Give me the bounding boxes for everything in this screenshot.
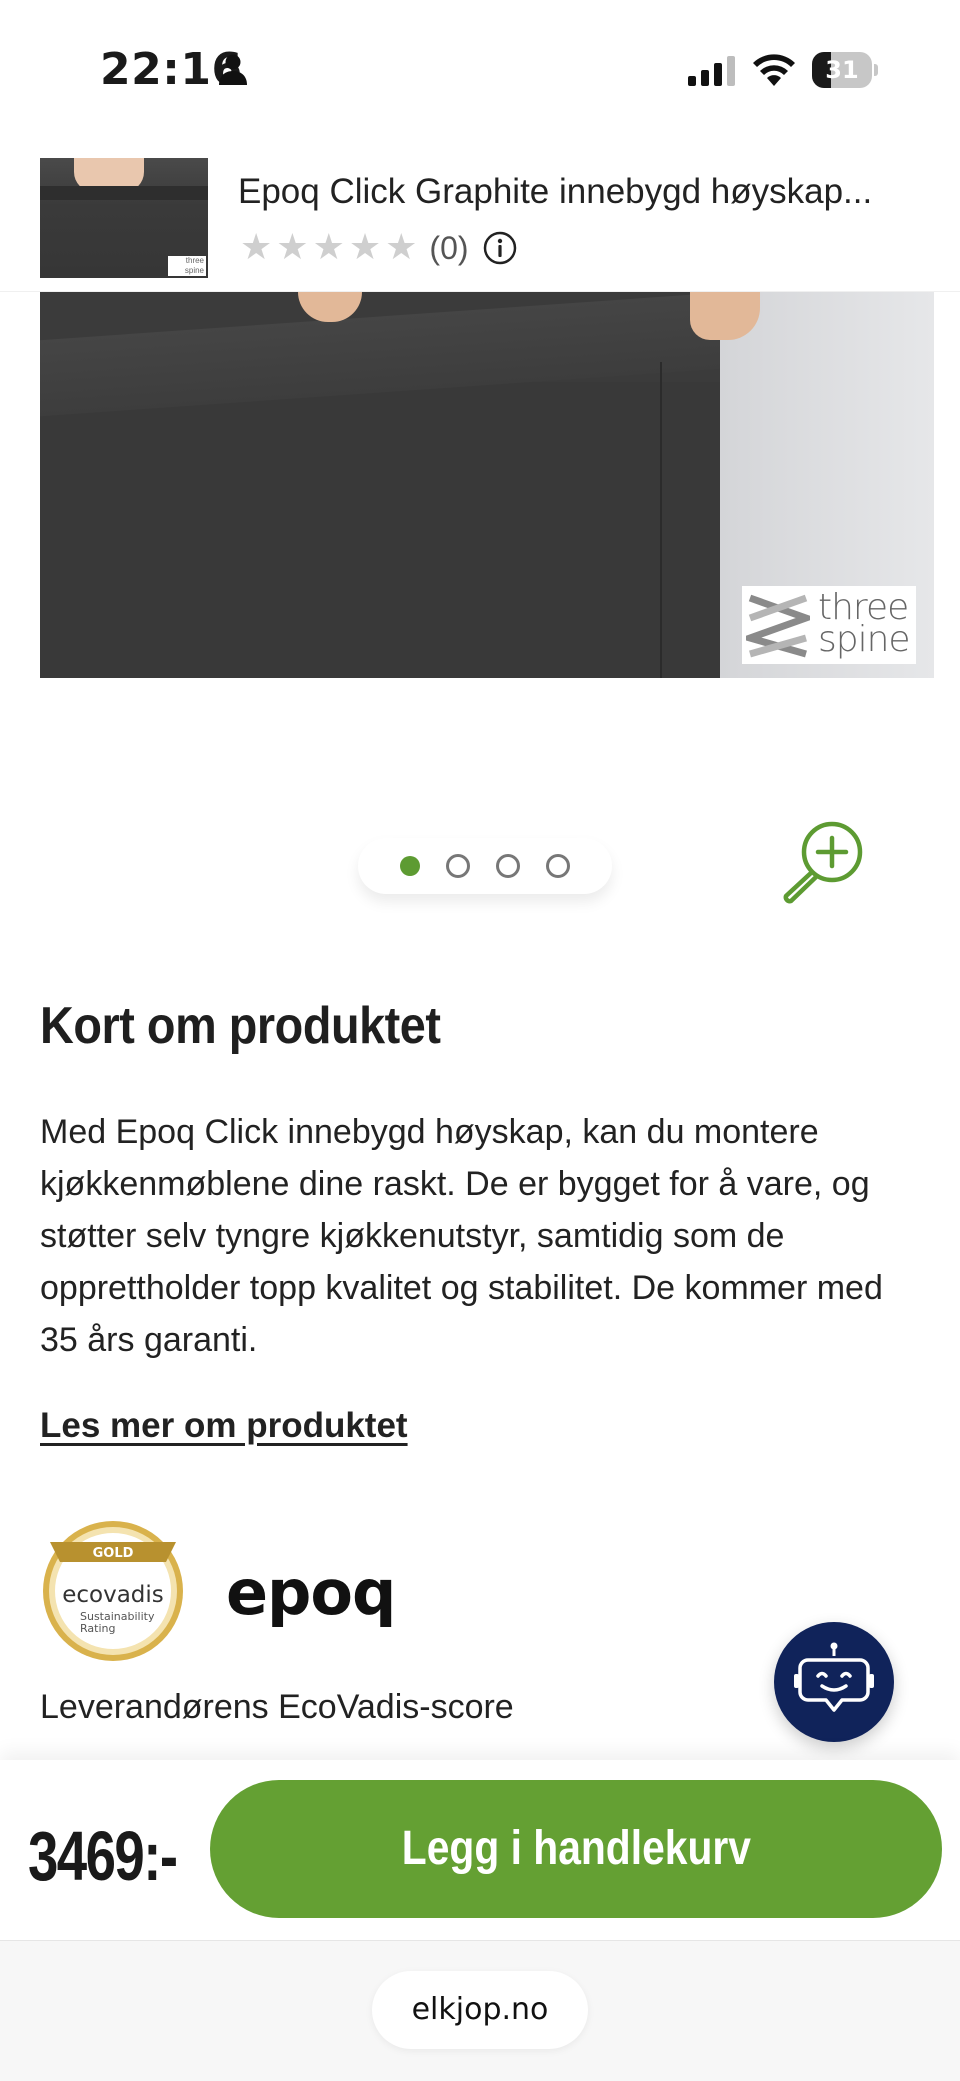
- battery-icon: 31: [812, 52, 878, 88]
- carousel-dots[interactable]: [358, 838, 612, 894]
- rating-star-icon: ★: [240, 227, 273, 268]
- product-image[interactable]: three spine: [40, 292, 934, 678]
- carousel-dot[interactable]: [446, 854, 470, 878]
- chat-assistant-button[interactable]: [774, 1622, 894, 1742]
- rating-count: (0): [429, 229, 469, 266]
- carousel-dot[interactable]: [496, 854, 520, 878]
- browser-bottom-bar: elkjop.no: [0, 1940, 960, 2081]
- rating-stars: ★ ★ ★ ★ ★: [240, 228, 421, 268]
- ecovadis-caption: Leverandørens EcoVadis-score: [40, 1688, 514, 1726]
- battery-level: 31: [825, 56, 859, 84]
- product-title: Epoq Click Graphite innebygd høyskap...: [238, 172, 873, 211]
- add-to-cart-button[interactable]: Legg i handlekurv: [210, 1780, 942, 1918]
- read-more-link[interactable]: Les mer om produktet: [40, 1406, 408, 1446]
- url-bar[interactable]: elkjop.no: [372, 1971, 588, 2049]
- product-description: Med Epoq Click innebygd høyskap, kan du …: [40, 1113, 883, 1359]
- badge-level: GOLD: [93, 1546, 134, 1561]
- zoom-in-icon[interactable]: [778, 816, 868, 906]
- carousel-dot[interactable]: [400, 856, 420, 876]
- brand-logo[interactable]: epoq: [226, 1556, 396, 1629]
- status-bar: 22:16 31: [0, 0, 960, 140]
- badge-line2: Rating: [80, 1622, 115, 1635]
- add-to-cart-label: Legg i handlekurv: [401, 1822, 751, 1875]
- rating-star-icon: ★: [348, 227, 382, 268]
- signal-icon: [688, 56, 735, 86]
- carousel-dot[interactable]: [546, 854, 570, 878]
- info-icon[interactable]: [483, 231, 517, 265]
- product-thumbnail[interactable]: three spine: [40, 158, 208, 278]
- rating-star-icon: ★: [312, 227, 345, 268]
- rating-star-icon: ★: [385, 227, 418, 268]
- robot-icon: [794, 1642, 874, 1712]
- ecovadis-gold-badge: GOLD ecovadis Sustainability Rating: [43, 1521, 183, 1661]
- section-heading: Kort om produktet: [40, 997, 441, 1055]
- price: 3469:-: [28, 1817, 178, 1895]
- rating-row[interactable]: ★ ★ ★ ★ ★ (0): [240, 228, 517, 268]
- wifi-icon: [753, 54, 795, 86]
- sticky-product-header[interactable]: three spine Epoq Click Graphite innebygd …: [0, 150, 960, 292]
- person-icon: [219, 54, 247, 85]
- threespine-logo-icon: [746, 594, 810, 658]
- watermark-text: three spine: [818, 587, 911, 660]
- threespine-watermark: three spine: [742, 586, 916, 664]
- rating-star-icon: ★: [276, 227, 309, 268]
- buy-bar: 3469:- Legg i handlekurv: [0, 1760, 960, 1940]
- badge-name: ecovadis: [62, 1582, 164, 1608]
